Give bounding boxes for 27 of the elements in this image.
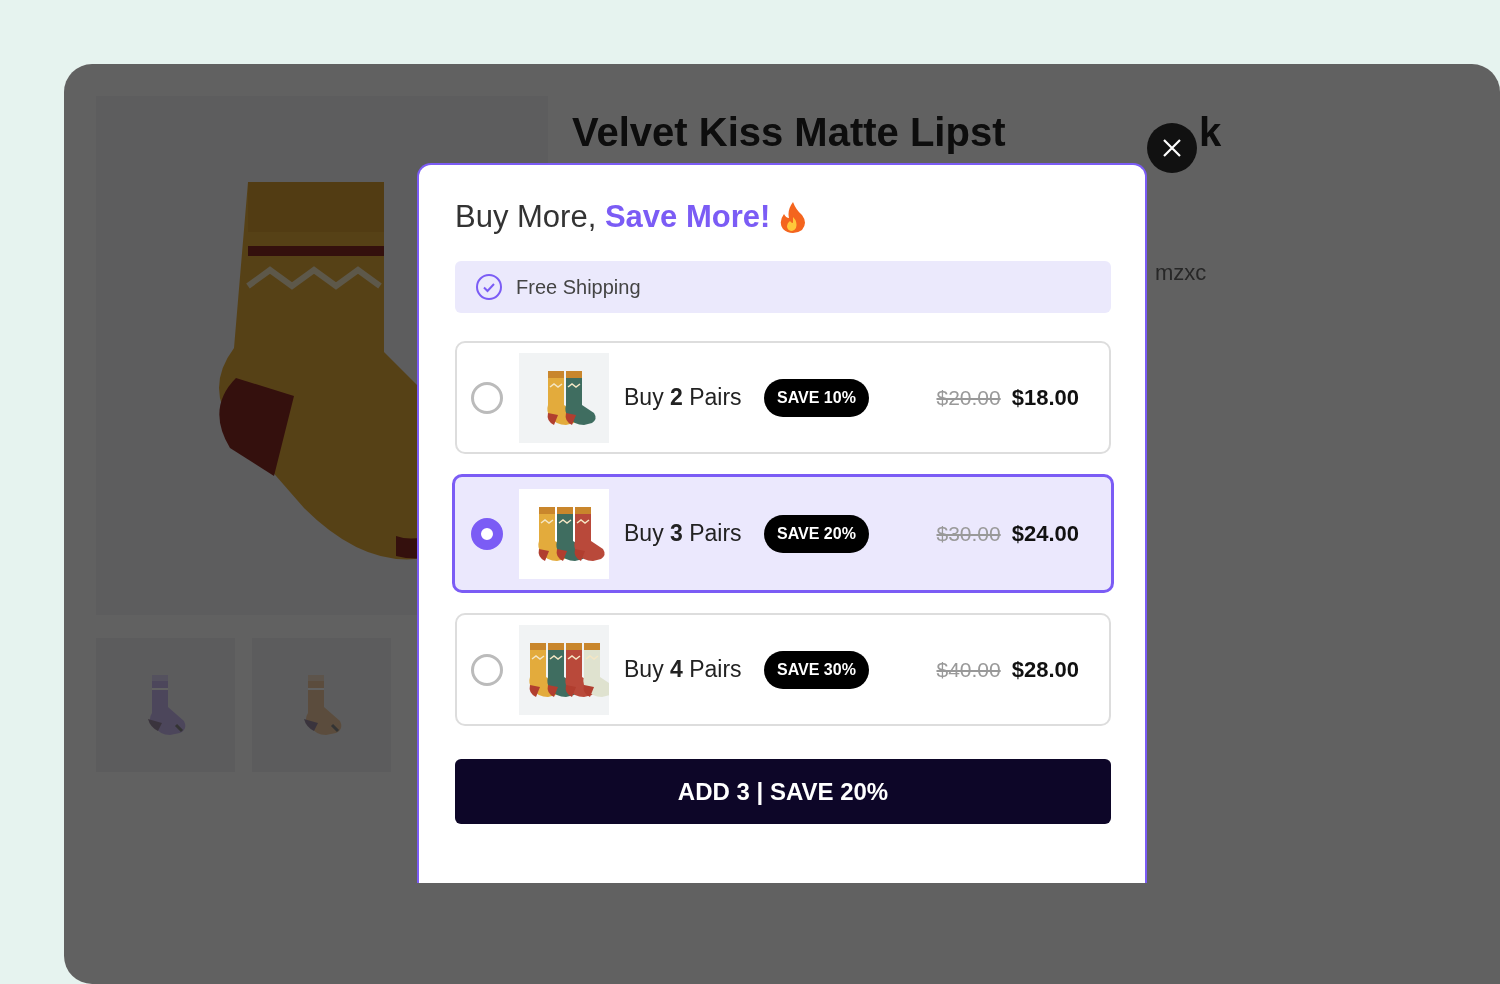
sale-price: $24.00 — [1011, 520, 1079, 547]
original-price: $30.00 — [936, 521, 1001, 546]
discount-badge: SAVE 20% — [764, 514, 869, 553]
dialog-heading: Buy More, Save More! — [455, 199, 771, 235]
sale-price: $28.00 — [1011, 656, 1079, 683]
option-label: Buy 4 Pairs — [624, 656, 743, 683]
bundle-option[interactable]: Buy 3 Pairs SAVE 20% $30.00 $24.00 — [452, 474, 1114, 593]
product-subtitle: mzxc — [1155, 260, 1207, 286]
product-title: k — [1199, 109, 1222, 156]
close-button[interactable] — [1147, 123, 1197, 173]
product-title: Velvet Kiss Matte Lipst — [572, 109, 1007, 156]
discount-badge: SAVE 10% — [764, 378, 869, 417]
bundle-option[interactable]: Buy 2 Pairs SAVE 10% $20.00 $18.00 — [455, 341, 1111, 454]
sale-price: $18.00 — [1011, 384, 1079, 411]
perk-label: Free Shipping — [516, 275, 641, 299]
thumbnail-tile[interactable] — [252, 638, 391, 772]
original-price: $40.00 — [936, 657, 1001, 682]
radio-button[interactable] — [471, 653, 503, 686]
bundle-option[interactable]: Buy 4 Pairs SAVE 30% $40.00 $28.00 — [455, 613, 1111, 726]
discount-badge: SAVE 30% — [764, 650, 869, 689]
flame-icon — [780, 201, 807, 233]
option-label: Buy 2 Pairs — [624, 384, 743, 411]
original-price: $20.00 — [936, 385, 1001, 410]
add-to-cart-button[interactable]: ADD 3 | SAVE 20% — [455, 759, 1111, 824]
option-label: Buy 3 Pairs — [624, 520, 743, 547]
close-icon — [1162, 138, 1182, 158]
thumbnail-tile[interactable] — [96, 638, 235, 772]
